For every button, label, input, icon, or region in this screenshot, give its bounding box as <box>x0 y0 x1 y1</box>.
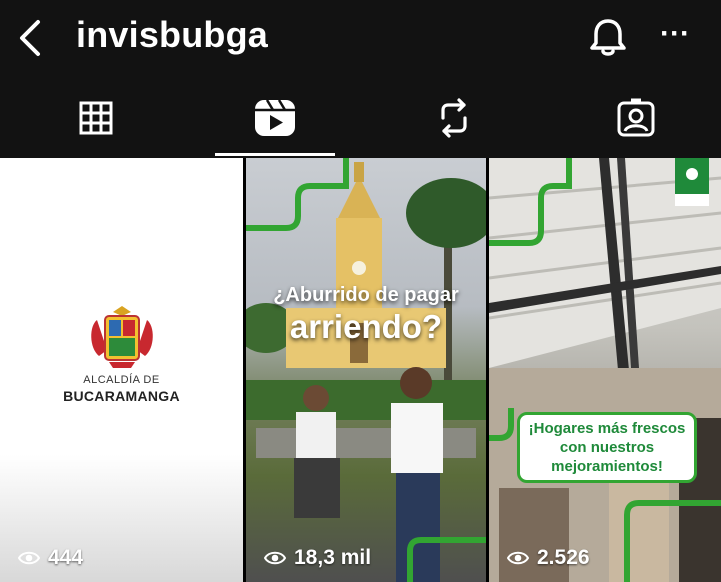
view-count: 2.526 <box>507 546 590 570</box>
eye-icon <box>18 551 40 565</box>
view-count-value: 18,3 mil <box>294 546 372 569</box>
chevron-left-icon <box>20 20 40 56</box>
bell-icon <box>590 19 626 56</box>
tab-grid[interactable] <box>36 78 156 158</box>
reel-headline-line-1: ¿Aburrido de pagar <box>273 284 459 306</box>
logo-line-2: BUCARAMANGA <box>63 388 180 404</box>
eye-icon <box>507 551 529 565</box>
callout-line-1: ¡Hogares más frescos <box>528 420 686 437</box>
view-count-value: 444 <box>48 546 84 569</box>
more-options-button[interactable]: ··· <box>660 19 694 54</box>
tab-tagged[interactable] <box>576 78 696 158</box>
tab-reposts[interactable] <box>394 78 514 158</box>
reel-tile-3[interactable]: ¡Hogares más frescos con nuestros mejora… <box>489 158 721 582</box>
tab-reels[interactable] <box>215 78 335 158</box>
eye-icon <box>264 551 286 565</box>
grid-icon <box>79 101 113 135</box>
callout-line-3: mejoramientos! <box>551 458 663 475</box>
back-button[interactable] <box>14 18 50 58</box>
coat-of-arms-logo <box>91 306 153 368</box>
reels-grid: ALCALDÍA DE BUCARAMANGA 444 ¿Aburrido de… <box>0 158 721 582</box>
reel-tile-1[interactable]: ALCALDÍA DE BUCARAMANGA 444 <box>0 158 243 582</box>
view-count: 18,3 mil <box>264 546 371 570</box>
tagged-icon <box>617 98 655 137</box>
view-count: 444 <box>18 546 83 570</box>
profile-header: invisbubga ··· <box>0 0 721 78</box>
reel-tile-2[interactable]: ¿Aburrido de pagar arriendo? 18,3 mil <box>246 158 486 582</box>
repost-icon <box>441 98 467 138</box>
more-horizontal-icon: ··· <box>660 17 690 50</box>
church-scene-graphic <box>246 158 486 582</box>
reel-callout: ¡Hogares más frescos con nuestros mejora… <box>517 412 697 483</box>
callout-line-2: con nuestros <box>559 439 655 456</box>
reels-icon <box>255 99 295 136</box>
profile-tabs <box>0 78 721 158</box>
view-count-value: 2.526 <box>537 546 590 569</box>
reel-headline-line-2: arriendo? <box>289 308 443 345</box>
selected-tab-indicator <box>215 153 335 156</box>
logo-line-1: ALCALDÍA DE <box>83 374 160 386</box>
profile-username: invisbubga <box>76 14 269 55</box>
interior-scene-graphic <box>489 158 721 582</box>
notifications-button[interactable] <box>588 16 628 58</box>
